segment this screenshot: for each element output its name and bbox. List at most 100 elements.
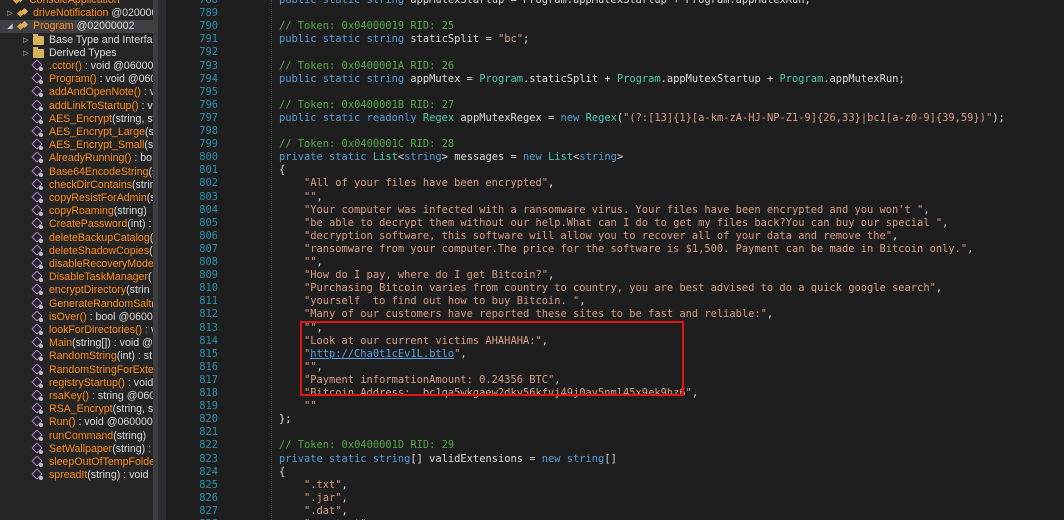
- tree-item[interactable]: ConsoleApplication: [0, 0, 153, 7]
- line-number: 816: [199, 360, 218, 373]
- tree-item-label: spreadIt(string) : void: [49, 469, 149, 482]
- code-token: ,: [547, 269, 555, 282]
- tree-item-label: disableRecoveryMode: [49, 258, 153, 271]
- tree-item-signature: : v: [138, 99, 153, 112]
- tree-item-label: driveNotification @020000: [33, 7, 153, 20]
- tree-item[interactable]: disableRecoveryMode: [0, 258, 153, 271]
- tree-item-label: addLinkToStartup() : v: [49, 100, 153, 113]
- method-icon: [33, 87, 43, 98]
- tree-item[interactable]: AES_Encrypt_Large(stri: [0, 126, 153, 139]
- tree-item-label: checkDirContains(strir: [49, 179, 153, 192]
- tree-item[interactable]: Main(string[]) : void @: [0, 337, 153, 350]
- method-icon: [33, 167, 43, 177]
- tree-item[interactable]: ▷ driveNotification @020000: [0, 7, 153, 20]
- class-icon: [17, 8, 28, 19]
- tree-item[interactable]: Run() : void @0600000: [0, 416, 153, 429]
- tree-item-signature: : void @0600000: [75, 416, 153, 429]
- tree-item-label: lookForDirectories() : v: [49, 324, 153, 337]
- code-token: // Token: 0x0400001D RID: 29: [279, 439, 455, 452]
- tree-item[interactable]: deleteShadowCopies(: [0, 245, 153, 258]
- code-token: ,: [942, 216, 949, 229]
- tree-item[interactable]: registryStartup() : void: [0, 377, 153, 390]
- code-line: public static string appMutexStartup = P…: [279, 0, 811, 7]
- tree-item[interactable]: copyRoaming(string): [0, 205, 153, 218]
- tree-item[interactable]: addLinkToStartup() : v: [0, 100, 153, 113]
- tree-item[interactable]: Program() : void @060: [0, 73, 153, 86]
- code-line: private static string[] validExtensions …: [279, 453, 617, 466]
- tree-item-signature: (str: [144, 139, 153, 152]
- tree-item-signature: (: [147, 271, 152, 284]
- method-icon: [33, 140, 43, 151]
- tree-item[interactable]: runCommand(string): [0, 430, 153, 443]
- tree-item[interactable]: copyResistForAdmin(s: [0, 192, 153, 205]
- tree-item-name: lookForDirectories(): [49, 324, 143, 336]
- code-line: public static readonly Regex appMutexReg…: [279, 112, 1005, 125]
- tree-item[interactable]: deleteBackupCatalog(: [0, 232, 153, 245]
- tree-item[interactable]: encryptDirectory(strin: [0, 284, 153, 297]
- line-number: 794: [199, 72, 218, 85]
- code-token: public static readonly: [279, 111, 423, 124]
- method-icon: [33, 61, 43, 71]
- tree-item[interactable]: spreadIt(string) : void: [0, 469, 153, 482]
- expanded-arrow-icon[interactable]: ◢: [6, 20, 14, 33]
- code-line: // Token: 0x0400001B RID: 27: [279, 99, 454, 112]
- code-token: {: [279, 164, 286, 177]
- tree-item[interactable]: lookForDirectories() : v: [0, 324, 153, 337]
- tree-item[interactable]: RandomString(int) : st: [0, 350, 153, 363]
- tree-item-name: runCommand: [49, 429, 114, 442]
- line-number: 807: [199, 242, 218, 255]
- folder-icon: [33, 33, 44, 45]
- class-icon: [17, 21, 28, 32]
- line-number: 820: [199, 413, 218, 426]
- code-editor[interactable]: 788 public static string appMutexStartup …: [166, 0, 1064, 520]
- tree-item-name: encryptDirectory: [49, 284, 127, 297]
- code-token: new string: [541, 452, 605, 465]
- code-token: "All of your files have been encrypted": [304, 177, 548, 190]
- tree-item[interactable]: AlreadyRunning() : bo: [0, 152, 153, 165]
- tree-item[interactable]: .cctor() : void @06000: [0, 60, 153, 73]
- tree-item-label: addAndOpenNote() : v: [49, 86, 153, 99]
- collapsed-arrow-icon[interactable]: ▷: [22, 34, 30, 47]
- tree-item[interactable]: ▷ Derived Types: [0, 46, 153, 60]
- code-token: };: [279, 413, 292, 426]
- tree-item[interactable]: isOver() : bool @06000: [0, 311, 153, 324]
- tree-item-name: AlreadyRunning(): [49, 152, 132, 165]
- tree-item[interactable]: ◢ Program @02000002: [0, 20, 153, 34]
- tree-item-label: copyResistForAdmin(s: [49, 192, 153, 205]
- line-number: 819: [199, 400, 218, 413]
- collapsed-arrow-icon[interactable]: ▷: [22, 47, 30, 60]
- tree-item[interactable]: checkDirContains(strir: [0, 179, 153, 192]
- indent-guide: [271, 0, 272, 520]
- line-number: 812: [199, 308, 218, 321]
- tree-item[interactable]: rsaKey() : string @060: [0, 390, 153, 403]
- method-icon: [33, 193, 43, 203]
- tree-item-name: RandomString: [49, 350, 117, 363]
- tree-item[interactable]: ▷ Base Type and Interfac: [0, 33, 153, 47]
- namespace-icon: [13, 0, 24, 6]
- tree-item[interactable]: sleepOutOfTempFolde: [0, 456, 153, 469]
- tree-item[interactable]: CreatePassword(int) :: [0, 218, 153, 231]
- line-number: 817: [199, 373, 218, 386]
- code-token: Program: [779, 72, 824, 85]
- tree-item[interactable]: Base64EncodeString(s: [0, 166, 153, 179]
- tree-item[interactable]: GenerateRandomSalt(: [0, 298, 153, 311]
- tree-item-label: isOver() : bool @06000: [49, 311, 153, 324]
- tree-item[interactable]: SetWallpaper(string) :: [0, 443, 153, 456]
- tree-item[interactable]: AES_Encrypt(string, st: [0, 113, 153, 126]
- tree-item[interactable]: addAndOpenNote() : v: [0, 86, 153, 99]
- tree-item[interactable]: RSA_Encrypt(string, st: [0, 403, 153, 416]
- code-token: ;: [523, 33, 530, 46]
- method-icon: [33, 206, 43, 217]
- tree-item[interactable]: RandomStringForExte: [0, 364, 153, 377]
- line-number: 797: [199, 111, 218, 124]
- code-token: Program: [616, 72, 661, 85]
- method-icon: [33, 233, 43, 243]
- tree-item[interactable]: DisableTaskManager(: [0, 271, 153, 284]
- tree-item[interactable]: AES_Encrypt_Small(str: [0, 139, 153, 152]
- code-token: );: [992, 111, 1005, 124]
- tree-item-signature: (string, st: [112, 112, 153, 125]
- folder-icon: [33, 46, 44, 58]
- tree-item-signature: : v: [143, 86, 153, 99]
- code-line: ".dat",: [304, 505, 348, 518]
- collapsed-arrow-icon[interactable]: ▷: [6, 7, 14, 20]
